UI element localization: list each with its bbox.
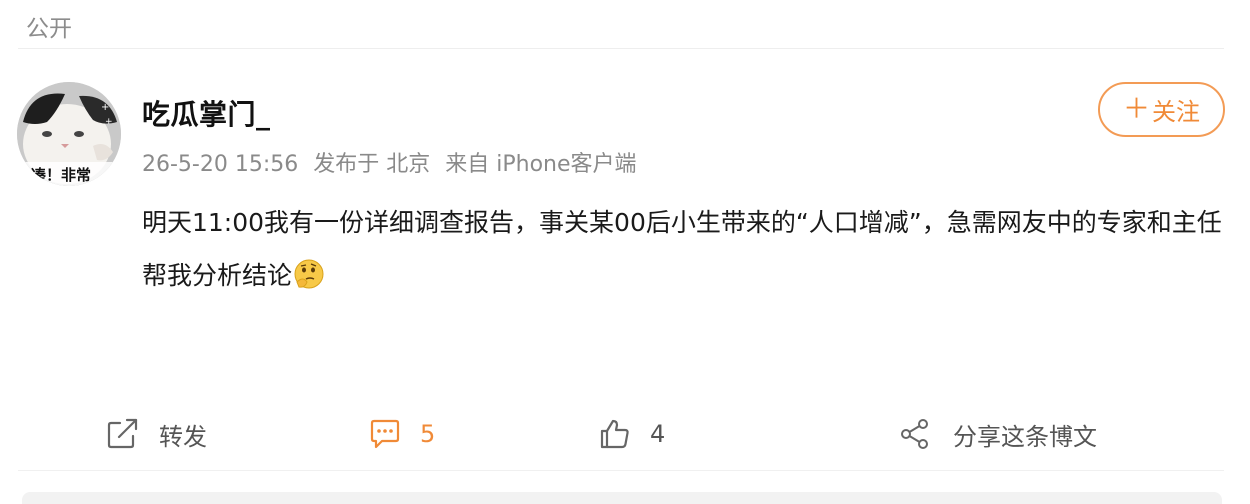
avatar[interactable]: + + 凑！非常	[17, 82, 121, 186]
post-location: 发布于 北京	[313, 152, 431, 177]
post-date: 26-5-20 15:56	[142, 152, 299, 177]
share-label: 分享这条博文	[953, 422, 1097, 451]
repost-icon	[107, 418, 138, 449]
avatar-image: + + 凑！非常	[17, 82, 121, 186]
like-button[interactable]: 4	[598, 410, 665, 458]
divider	[18, 48, 1224, 49]
repost-label: 转发	[159, 422, 207, 451]
comment-button[interactable]: 5	[368, 410, 435, 458]
divider	[18, 470, 1224, 471]
post-body: 明天11:00我有一份详细调查报告，事关某00后小生带来的“人口增减”，急需网友…	[142, 196, 1222, 308]
thumbs-up-icon	[600, 419, 629, 449]
thinking-face-emoji-icon	[293, 255, 325, 308]
svg-text:+: +	[105, 117, 113, 127]
avatar-caption: 凑！非常	[31, 166, 91, 184]
like-count: 4	[650, 420, 666, 448]
next-card-edge	[22, 492, 1222, 504]
post-meta: 26-5-20 15:56 发布于 北京 来自 iPhone客户端	[142, 146, 637, 178]
comment-count: 5	[420, 420, 436, 448]
post-source: 来自 iPhone客户端	[445, 152, 637, 177]
action-bar: 转发 5 4 分享这条博文	[0, 410, 1250, 458]
share-icon	[901, 419, 928, 449]
share-button[interactable]: 分享这条博文	[899, 410, 1097, 458]
follow-label: 关注	[1152, 98, 1200, 126]
visibility-label: 公开	[26, 16, 72, 42]
username[interactable]: 吃瓜掌门_	[142, 93, 271, 133]
follow-button[interactable]: ＋ 关注	[1098, 82, 1225, 137]
plus-icon: ＋	[1123, 94, 1150, 125]
repost-button[interactable]: 转发	[105, 410, 207, 458]
svg-text:+: +	[101, 102, 109, 113]
comment-icon	[370, 419, 400, 449]
